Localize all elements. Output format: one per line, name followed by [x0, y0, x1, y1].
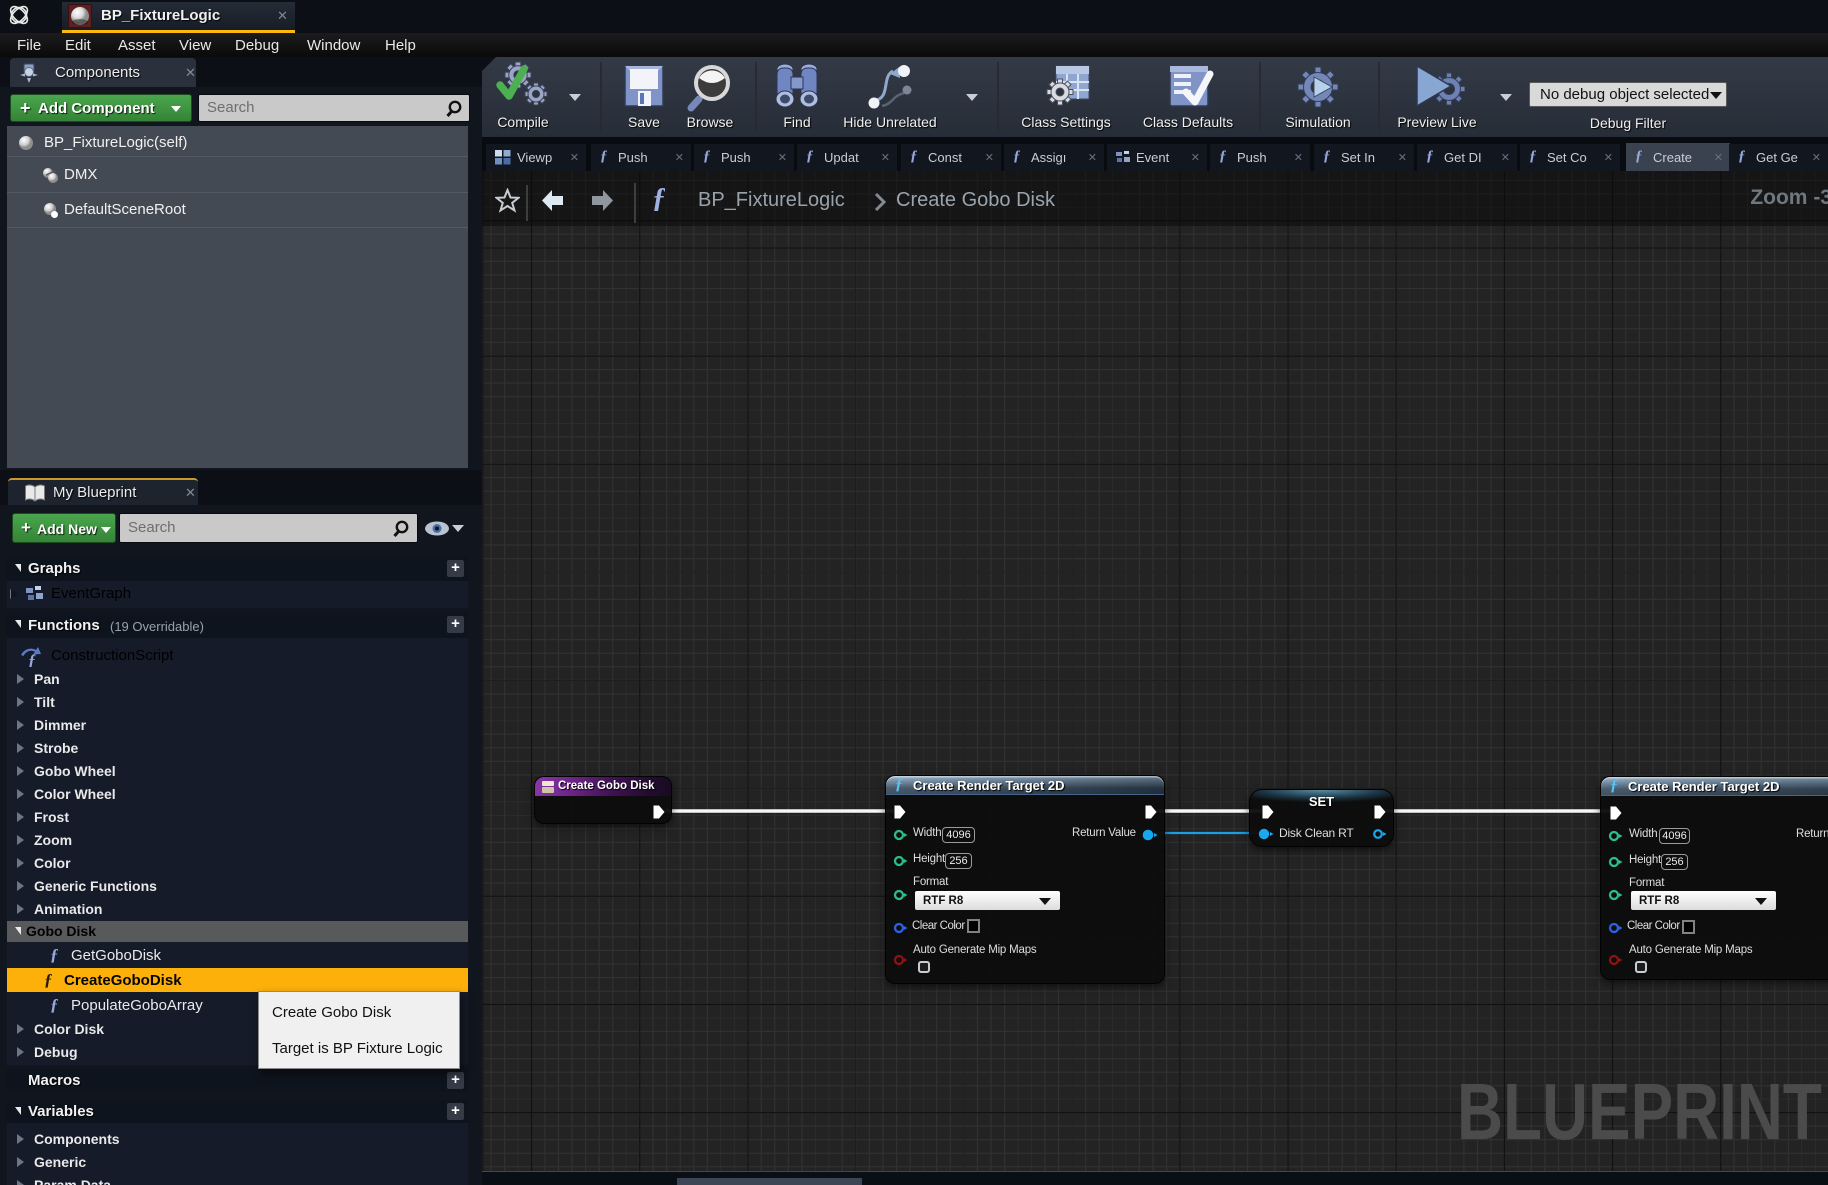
- svg-text:ƒ: ƒ: [28, 652, 36, 667]
